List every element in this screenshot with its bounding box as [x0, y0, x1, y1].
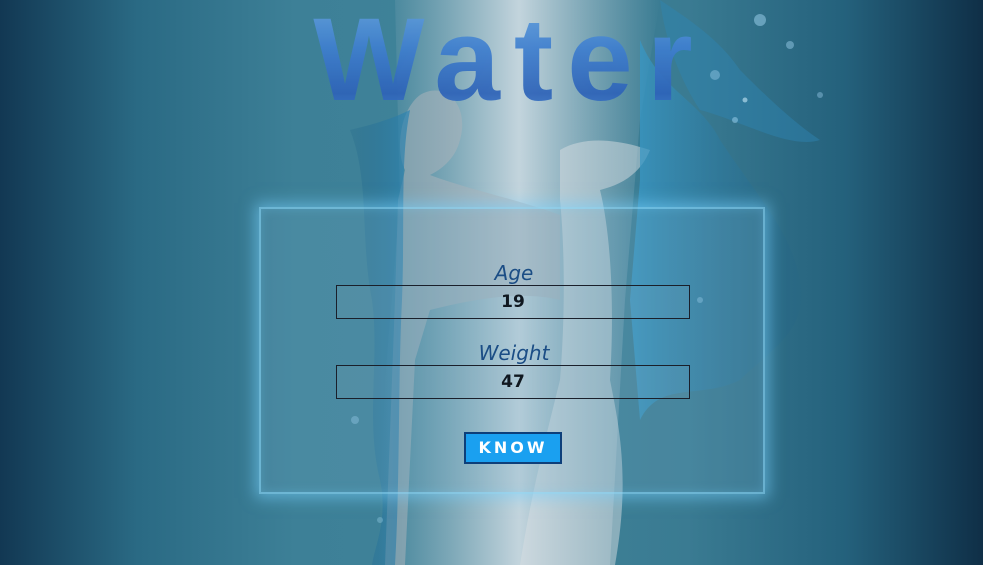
page-title: Water: [0, 0, 983, 126]
age-input[interactable]: [336, 285, 690, 319]
age-label: Age: [494, 261, 534, 285]
water-calculator-page: Water Age Weight KNOW: [0, 0, 983, 565]
water-form-card: Age Weight KNOW: [259, 207, 765, 494]
weight-input[interactable]: [336, 365, 690, 399]
weight-label: Weight: [478, 341, 550, 365]
know-button[interactable]: KNOW: [464, 432, 562, 464]
